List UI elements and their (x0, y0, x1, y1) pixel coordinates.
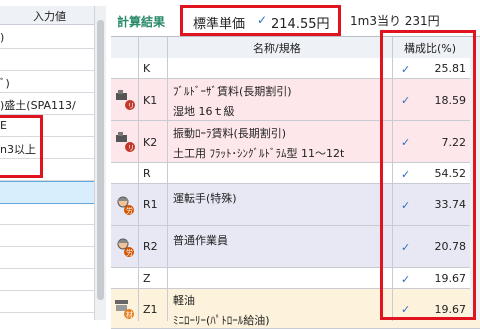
col-name-header: 名称/規格 (253, 42, 301, 55)
row-spec: 湿地 16ｔ級 (173, 105, 235, 118)
input-row-selected[interactable] (0, 181, 95, 204)
input-header-label: 入力値 (33, 10, 66, 23)
input-row-text: ) (0, 31, 5, 44)
input-row[interactable] (0, 203, 94, 225)
highlight-box (380, 30, 476, 320)
input-panel: 入力値 ) ﾞ) )盛土(SPA113/ E n3以上 (0, 0, 106, 320)
input-row-text: ﾞ) (0, 77, 10, 90)
row-code: K2 (143, 136, 158, 149)
svg-text:労: 労 (126, 206, 133, 215)
row-name: 運転手(特殊) (173, 192, 237, 205)
input-row[interactable] (0, 225, 94, 247)
row-spec: ﾐﾆﾛｰﾘｰ(ﾊﾟﾄﾛｰﾙ給油) (173, 314, 270, 327)
input-row[interactable] (0, 269, 94, 291)
standard-price-box: 標準単価 ✓ 214.55円 (180, 5, 341, 36)
standard-price-value: 214.55円 (271, 17, 330, 32)
row-code: K (143, 61, 151, 75)
grid-divider (138, 37, 139, 321)
input-row[interactable]: ﾞ) (0, 71, 94, 93)
input-row[interactable]: )盛土(SPA113/ (0, 93, 94, 115)
standard-price-label: 標準単価 (193, 17, 246, 32)
svg-text:労: 労 (126, 248, 133, 257)
row-code: Z1 (143, 303, 158, 316)
svg-text:リ: リ (128, 144, 135, 152)
row-name: 振動ﾛｰﾗ賃料(長期割引) (173, 127, 287, 140)
result-title: 計算結果 (117, 15, 166, 29)
machine-rental-icon: リ (114, 131, 136, 153)
worker-icon: 労 (114, 194, 136, 216)
input-row-text: )盛土(SPA113/ (0, 99, 76, 112)
row-code: R2 (143, 240, 158, 253)
input-row[interactable]: ) (0, 27, 94, 49)
row-code: K1 (143, 94, 158, 107)
row-code: R1 (143, 198, 158, 211)
svg-text:材: 材 (126, 310, 133, 319)
check-icon: ✓ (257, 13, 268, 27)
input-row[interactable] (0, 247, 94, 269)
row-spec: 土工用 ﾌﾗｯﾄ･ｼﾝｸﾞﾙﾄﾞﾗﾑ型 11～12t (173, 147, 345, 160)
highlight-box (0, 115, 43, 178)
fuel-material-icon: 材 (114, 298, 136, 320)
per-unit-price: 1m3当り 231円 (350, 14, 440, 28)
row-name: 軽油 (173, 294, 195, 307)
worker-icon: 労 (114, 236, 136, 258)
row-name: ﾌﾞﾙﾄﾞｰｻﾞ賃料(長期割引) (173, 85, 292, 98)
row-name: 普通作業員 (173, 234, 228, 247)
input-row[interactable] (0, 49, 94, 71)
input-row[interactable] (0, 291, 94, 313)
row-code: Z (143, 271, 151, 285)
machine-rental-icon: リ (114, 89, 136, 111)
row-code: R (143, 166, 151, 180)
svg-text:リ: リ (128, 102, 135, 110)
scroll-thumb[interactable] (97, 20, 104, 300)
grid-divider (167, 37, 168, 321)
input-header: 入力値 (0, 6, 94, 25)
left-scrollbar[interactable] (94, 6, 106, 320)
